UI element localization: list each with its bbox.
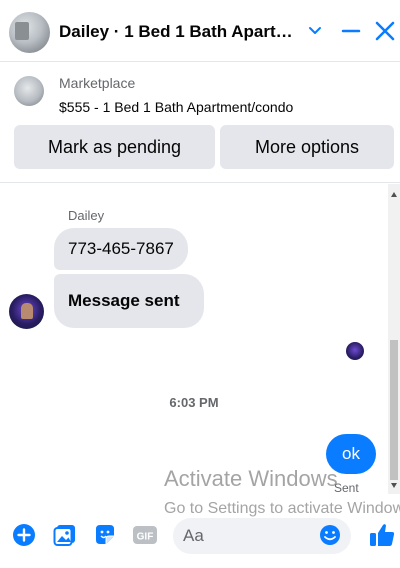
incoming-message[interactable]: Message sent: [54, 274, 204, 328]
mark-as-pending-button[interactable]: Mark as pending: [14, 125, 215, 169]
close-icon[interactable]: [374, 20, 396, 47]
chat-header: Dailey · 1 Bed 1 Bath Apartment/condo: [0, 0, 400, 62]
marketplace-listing-panel: Marketplace $555 - 1 Bed 1 Bath Apartmen…: [0, 63, 400, 183]
contact-avatar[interactable]: [9, 294, 44, 329]
photo-icon[interactable]: [53, 523, 77, 547]
minimize-icon[interactable]: [341, 20, 361, 47]
svg-text:GIF: GIF: [137, 532, 154, 543]
like-icon[interactable]: [368, 521, 396, 549]
scroll-thumb[interactable]: [390, 340, 398, 480]
chat-scrollbar[interactable]: [388, 184, 400, 494]
listing-thumbnail[interactable]: [14, 76, 44, 106]
sender-name: Dailey: [68, 208, 105, 223]
scroll-up-icon[interactable]: [391, 192, 397, 197]
outgoing-message[interactable]: ok: [326, 434, 376, 474]
scroll-down-icon[interactable]: [391, 483, 397, 488]
delivery-status: Sent: [334, 481, 359, 494]
sticker-icon[interactable]: [93, 523, 117, 547]
chat-title[interactable]: Dailey · 1 Bed 1 Bath Apartment/condo: [59, 22, 304, 42]
gif-icon[interactable]: GIF: [132, 523, 157, 547]
chevron-down-icon[interactable]: [308, 20, 322, 47]
message-composer: GIF: [0, 510, 400, 568]
emoji-icon[interactable]: [318, 523, 342, 547]
listing-source: Marketplace: [59, 75, 136, 91]
message-timestamp: 6:03 PM: [169, 395, 219, 410]
seen-indicator-avatar: [346, 342, 364, 360]
message-thread[interactable]: Dailey 773-465-7867 Message sent 6:03 PM…: [0, 184, 388, 494]
incoming-message[interactable]: 773-465-7867: [54, 228, 188, 270]
listing-description[interactable]: $555 - 1 Bed 1 Bath Apartment/condo: [59, 99, 293, 115]
listing-avatar[interactable]: [9, 12, 50, 53]
plus-circle-icon[interactable]: [12, 523, 36, 547]
more-options-button[interactable]: More options: [220, 125, 394, 169]
